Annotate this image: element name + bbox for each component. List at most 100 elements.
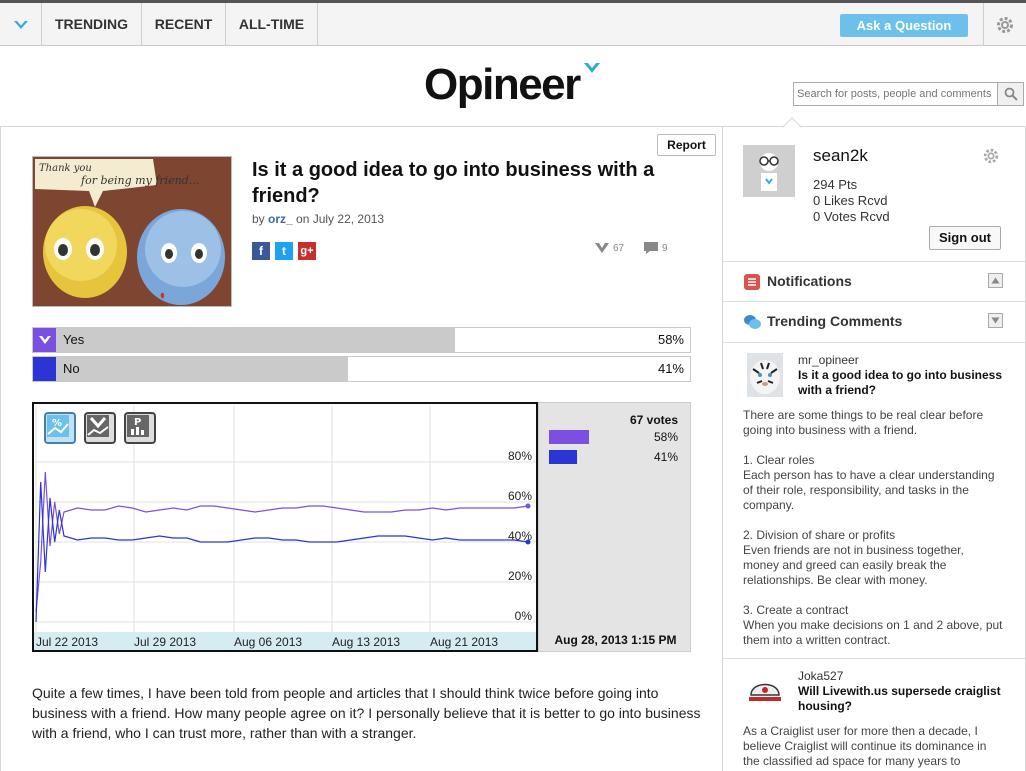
vote-history-chart[interactable]: Jul 22 2013 Jul 29 2013 Aug 06 2013 Aug 13 … xyxy=(32,402,538,652)
post-byline: by orz_ on July 22, 2013 xyxy=(252,212,384,226)
comment-count-value: 9 xyxy=(662,242,668,254)
notifications-label: Notifications xyxy=(767,273,852,289)
summary-percent-no: 41% xyxy=(653,450,678,464)
poll-option-no[interactable]: No 41% xyxy=(32,356,691,382)
byline-by: by xyxy=(252,212,269,226)
comment-avatar[interactable] xyxy=(747,671,783,715)
gear-icon xyxy=(983,148,999,164)
search-input[interactable] xyxy=(793,82,998,106)
poll-fill-yes xyxy=(56,328,456,352)
vote-icon xyxy=(595,243,609,253)
ask-question-button[interactable]: Ask a Question xyxy=(840,14,968,37)
summary-bar-yes xyxy=(549,430,589,444)
comment-post-title[interactable]: Is it a good idea to go into business wi… xyxy=(798,368,1013,398)
friends-illustration: Thank you for being my friend... xyxy=(33,157,231,306)
sign-out-button[interactable]: Sign out xyxy=(929,226,1001,250)
question-title[interactable]: Is it a good idea to go into business wi… xyxy=(252,157,692,209)
x-tick-label: Jul 29 2013 xyxy=(134,635,196,649)
vote-chart-icon xyxy=(87,415,109,437)
series-end-point-no xyxy=(525,539,531,545)
brand-check-icon xyxy=(584,63,600,73)
facebook-share-icon[interactable]: f xyxy=(252,242,270,260)
series-end-point-yes xyxy=(525,503,531,509)
search-icon xyxy=(1004,87,1018,101)
poll-option-yes[interactable]: Yes 58% xyxy=(32,327,691,353)
x-tick-label: Jul 22 2013 xyxy=(36,635,98,649)
author-link[interactable]: orz_ xyxy=(268,212,293,226)
total-votes: 67 votes xyxy=(629,413,678,427)
avatar[interactable] xyxy=(743,145,795,197)
x-tick-label: Aug 21 2013 xyxy=(430,635,498,649)
bar-chart-icon: P xyxy=(127,415,149,437)
y-tick-label: 80% xyxy=(508,449,532,463)
svg-text:%: % xyxy=(52,418,62,429)
summary-bar-no xyxy=(549,450,577,464)
brand-logo[interactable]: Opineer xyxy=(424,60,581,110)
svg-text:P: P xyxy=(134,417,141,428)
vote-count-value: 67 xyxy=(613,242,625,254)
vote-view-button[interactable] xyxy=(84,412,116,444)
trending-comments-header[interactable]: Trending Comments xyxy=(723,301,1026,341)
tab-trending[interactable]: TRENDING xyxy=(42,3,142,46)
cap-avatar-icon xyxy=(747,671,783,711)
trending-comments-label: Trending Comments xyxy=(767,313,903,329)
top-nav-bar: TRENDING RECENT ALL-TIME Ask a Question xyxy=(0,0,1026,46)
comment-post-title[interactable]: Will Livewith.us supersede craiglist hou… xyxy=(798,684,1013,714)
user-avatar-icon xyxy=(759,153,779,191)
google-plus-share-icon[interactable]: g+ xyxy=(298,242,316,260)
comment-username[interactable]: Joka527 xyxy=(798,669,843,683)
notifications-icon xyxy=(744,274,760,290)
twitter-share-icon[interactable]: t xyxy=(275,242,293,260)
vote-square-icon xyxy=(33,357,56,381)
y-tick-label: 20% xyxy=(508,569,532,583)
tiger-avatar-icon xyxy=(747,353,783,397)
y-tick-label: 0% xyxy=(515,609,533,623)
search-button[interactable] xyxy=(998,82,1024,106)
y-tick-label: 60% xyxy=(508,489,532,503)
percent-view-button[interactable]: % xyxy=(44,412,76,444)
trending-comment-item[interactable]: mr_opineer Is it a good idea to go into … xyxy=(723,342,1026,658)
comment-body: As a Craiglist user for more then a deca… xyxy=(743,724,987,768)
tab-recent[interactable]: RECENT xyxy=(142,3,226,46)
vote-check-icon xyxy=(33,328,56,352)
comment-count[interactable]: 9 xyxy=(643,241,668,255)
notifications-header[interactable]: Notifications xyxy=(723,261,1026,301)
thumb-caption-line1: Thank you xyxy=(39,163,92,174)
poll-label-no: No xyxy=(63,361,80,376)
user-votes: 0 Votes Rcvd xyxy=(813,209,890,224)
poll-percent-yes: 58% xyxy=(657,332,684,347)
user-points: 294 Pts xyxy=(813,177,858,192)
population-view-button[interactable]: P xyxy=(124,412,156,444)
comment-username[interactable]: mr_opineer xyxy=(798,353,859,367)
tab-all-time[interactable]: ALL-TIME xyxy=(226,3,318,46)
summary-percent-yes: 58% xyxy=(653,430,678,444)
comment-avatar[interactable] xyxy=(747,353,783,397)
speech-bubbles-icon xyxy=(744,315,761,329)
comment-icon xyxy=(644,242,658,254)
vote-summary-panel: 67 votes 58% 41% Aug 28, 2013 1:15 PM xyxy=(538,402,691,652)
x-tick-label: Aug 06 2013 xyxy=(234,635,302,649)
comment-body: There are some things to be real clear b… xyxy=(743,408,1003,647)
user-name[interactable]: sean2k xyxy=(813,146,868,166)
trending-comment-item[interactable]: Joka527 Will Livewith.us supersede craig… xyxy=(723,658,1026,771)
poll-label-yes: Yes xyxy=(63,332,85,347)
percent-chart-icon: % xyxy=(47,415,69,437)
series-line-no xyxy=(35,481,529,623)
post-thumbnail[interactable]: Thank you for being my friend... xyxy=(32,156,232,307)
summary-date: Aug 28, 2013 1:15 PM xyxy=(554,633,677,647)
settings-button[interactable] xyxy=(983,3,1026,46)
opineer-check-icon xyxy=(13,20,28,29)
report-button[interactable]: Report xyxy=(657,134,716,156)
collapse-icon[interactable] xyxy=(988,273,1003,288)
expand-icon[interactable] xyxy=(988,313,1003,328)
post-date: on July 22, 2013 xyxy=(292,212,385,226)
gear-icon xyxy=(997,16,1013,33)
user-likes: 0 Likes Rcvd xyxy=(813,193,888,208)
vote-count: 67 xyxy=(594,242,624,254)
user-settings-button[interactable] xyxy=(981,146,1001,166)
home-logo-button[interactable] xyxy=(0,3,42,46)
thumb-caption-line2: for being my friend... xyxy=(80,174,199,187)
x-tick-label: Aug 13 2013 xyxy=(332,635,400,649)
poll-fill-no xyxy=(56,357,348,381)
post-body: Quite a few times, I have been told from… xyxy=(32,685,701,741)
